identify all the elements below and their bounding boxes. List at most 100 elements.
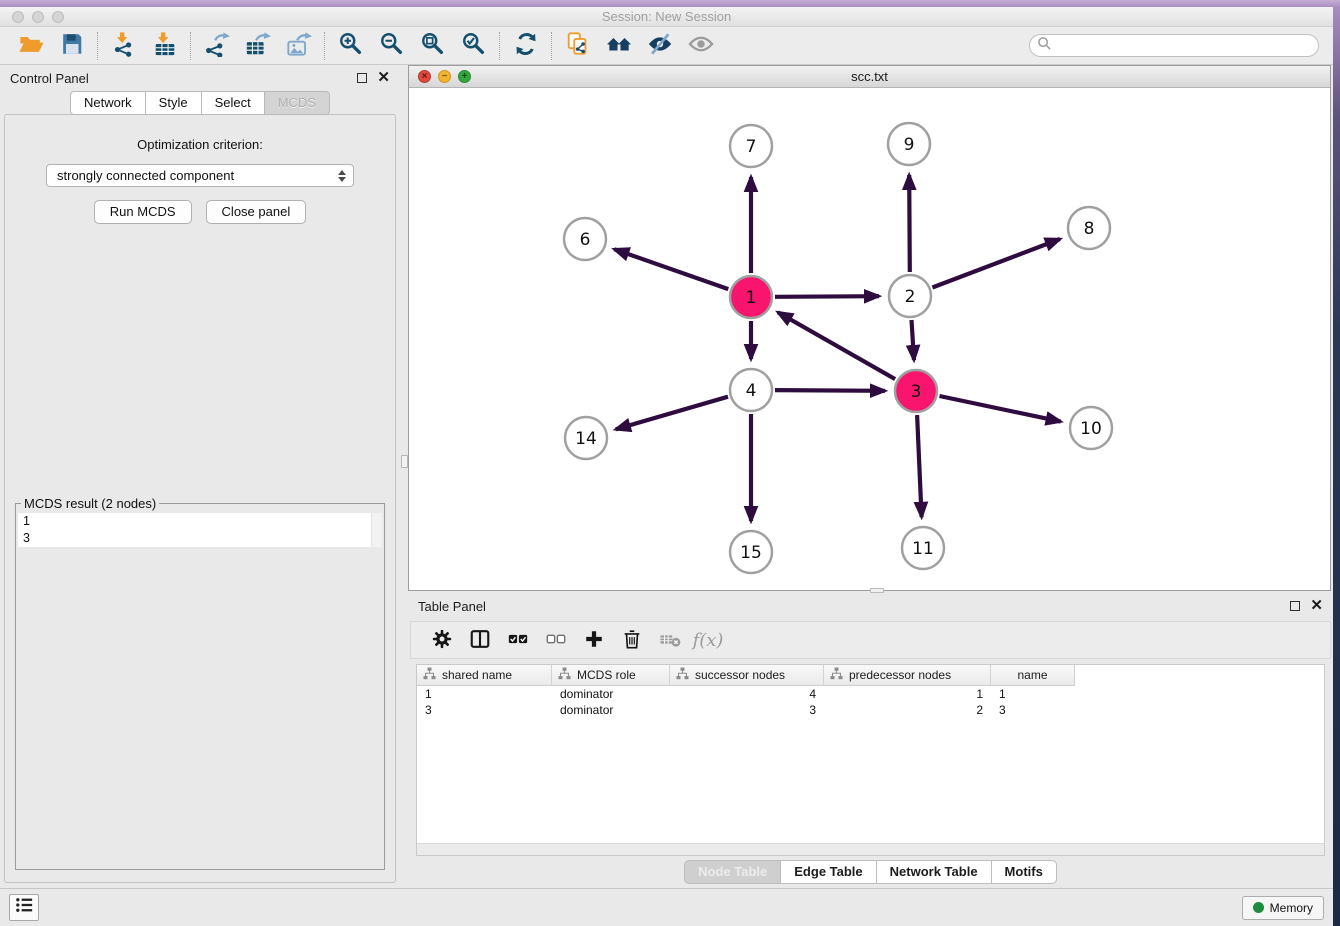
memory-button[interactable]: Memory — [1242, 896, 1324, 920]
column-header-successor-nodes[interactable]: successor nodes — [670, 665, 824, 686]
table-cell[interactable]: 2 — [824, 702, 991, 718]
table-cell[interactable]: 4 — [670, 686, 824, 702]
settings-gear-button[interactable] — [423, 625, 461, 655]
tab-style[interactable]: Style — [145, 91, 202, 115]
zoom-in-button[interactable] — [330, 30, 371, 62]
table-cell[interactable]: 3 — [417, 702, 552, 718]
table-cell[interactable]: 3 — [991, 702, 1075, 718]
table-cell[interactable]: 3 — [670, 702, 824, 718]
tab-node-table[interactable]: Node Table — [684, 860, 781, 884]
node-2[interactable]: 2 — [889, 275, 931, 317]
node-10[interactable]: 10 — [1070, 407, 1112, 449]
mcds-result-text[interactable]: 13 — [18, 513, 382, 547]
column-header-name[interactable]: name — [991, 665, 1075, 686]
network-zoom-button[interactable]: + — [458, 70, 471, 83]
export-table-button[interactable] — [237, 30, 278, 62]
workspace-column: × − + scc.txt 7968124314101511 Table Pan… — [408, 65, 1333, 888]
delete-row-button[interactable] — [613, 625, 651, 655]
zoom-out-button[interactable] — [371, 30, 412, 62]
table-panel-header: Table Panel ✕ — [408, 593, 1333, 619]
table-tabs: Node TableEdge TableNetwork TableMotifs — [408, 856, 1333, 888]
add-row-button[interactable] — [575, 625, 613, 655]
node-4[interactable]: 4 — [730, 369, 772, 411]
table-cell[interactable]: 1 — [417, 686, 552, 702]
node-9[interactable]: 9 — [888, 123, 930, 165]
close-panel-icon[interactable]: ✕ — [377, 73, 390, 83]
deselect-all-rows-button[interactable] — [537, 625, 575, 655]
edge-3-11[interactable] — [917, 415, 922, 517]
zoom-selected-button[interactable] — [453, 30, 494, 62]
table-close-panel-icon[interactable]: ✕ — [1310, 601, 1323, 611]
mcds-result-scrollbar[interactable] — [371, 513, 382, 547]
edge-3-1[interactable] — [778, 312, 895, 379]
column-label: name — [1017, 668, 1047, 682]
edge-4-14[interactable] — [616, 397, 728, 430]
tab-motifs[interactable]: Motifs — [991, 860, 1057, 884]
open-folder-button[interactable] — [10, 30, 51, 62]
close-panel-button[interactable]: Close panel — [206, 200, 307, 224]
first-neighbors-button[interactable] — [598, 30, 639, 62]
edge-2-9[interactable] — [909, 175, 910, 272]
network-minimize-button[interactable]: − — [438, 70, 451, 83]
select-all-rows-button[interactable] — [499, 625, 537, 655]
refresh-layout-button[interactable] — [505, 30, 546, 62]
column-header-shared-name[interactable]: shared name — [417, 665, 552, 686]
import-network-button[interactable] — [103, 30, 144, 62]
tab-network-table[interactable]: Network Table — [876, 860, 992, 884]
node-3[interactable]: 3 — [895, 370, 937, 412]
panel-divider[interactable] — [400, 65, 408, 888]
edge-4-3[interactable] — [775, 390, 885, 391]
function-builder-button[interactable]: f(x) — [689, 625, 727, 655]
tab-mcds[interactable]: MCDS — [264, 91, 330, 115]
table-horizontal-scrollbar[interactable] — [417, 843, 1324, 855]
task-history-button[interactable] — [9, 894, 39, 921]
export-network-icon — [204, 31, 230, 60]
zoom-fit-button[interactable] — [412, 30, 453, 62]
node-15[interactable]: 15 — [730, 531, 772, 573]
node-6[interactable]: 6 — [564, 218, 606, 260]
node-label: 4 — [746, 381, 757, 401]
node-11[interactable]: 11 — [902, 527, 944, 569]
divider-grip-icon[interactable] — [401, 455, 408, 468]
node-1[interactable]: 1 — [730, 276, 772, 318]
canvas-resize-grip-icon[interactable] — [870, 588, 884, 593]
show-all-button[interactable] — [680, 30, 721, 62]
tab-select[interactable]: Select — [201, 91, 265, 115]
table-cell[interactable]: 1 — [991, 686, 1075, 702]
criterion-select[interactable]: strongly connected component — [46, 164, 354, 187]
delete-table-button[interactable] — [651, 625, 689, 655]
node-label: 14 — [575, 429, 597, 449]
edge-1-6[interactable] — [614, 249, 728, 289]
import-table-button[interactable] — [144, 30, 185, 62]
export-network-button[interactable] — [196, 30, 237, 62]
float-window-icon[interactable] — [357, 73, 367, 83]
search-input[interactable] — [1056, 39, 1311, 53]
clone-network-button[interactable] — [557, 30, 598, 62]
table-cell[interactable]: dominator — [552, 702, 670, 718]
network-canvas[interactable]: 7 9 6 8 1 2 4 3 14 10 15 11 — [409, 88, 1330, 590]
edge-2-3[interactable] — [912, 320, 915, 360]
node-14[interactable]: 14 — [565, 417, 607, 459]
edge-1-2[interactable] — [775, 296, 879, 297]
network-close-button[interactable]: × — [418, 70, 431, 83]
table-cell[interactable]: 1 — [824, 686, 991, 702]
node-7[interactable]: 7 — [730, 125, 772, 167]
tab-network[interactable]: Network — [70, 91, 146, 115]
export-image-button[interactable] — [278, 30, 319, 62]
column-header-predecessor-nodes[interactable]: predecessor nodes — [824, 665, 991, 686]
zoom-fit-icon — [420, 31, 446, 60]
tab-edge-table[interactable]: Edge Table — [780, 860, 876, 884]
node-8[interactable]: 8 — [1068, 207, 1110, 249]
hide-selected-button[interactable] — [639, 30, 680, 62]
table-float-window-icon[interactable] — [1290, 601, 1300, 611]
save-session-button[interactable] — [51, 30, 92, 62]
run-mcds-button[interactable]: Run MCDS — [94, 200, 192, 224]
edge-3-10[interactable] — [940, 396, 1061, 422]
open-folder-icon — [18, 31, 44, 60]
edge-2-8[interactable] — [932, 239, 1060, 288]
column-header-mcds-role[interactable]: MCDS role — [552, 665, 670, 686]
table-cell[interactable]: dominator — [552, 686, 670, 702]
column-layout-button[interactable] — [461, 625, 499, 655]
table-body: 1dominator4113dominator323 — [417, 686, 1324, 718]
search-box[interactable] — [1029, 34, 1319, 57]
